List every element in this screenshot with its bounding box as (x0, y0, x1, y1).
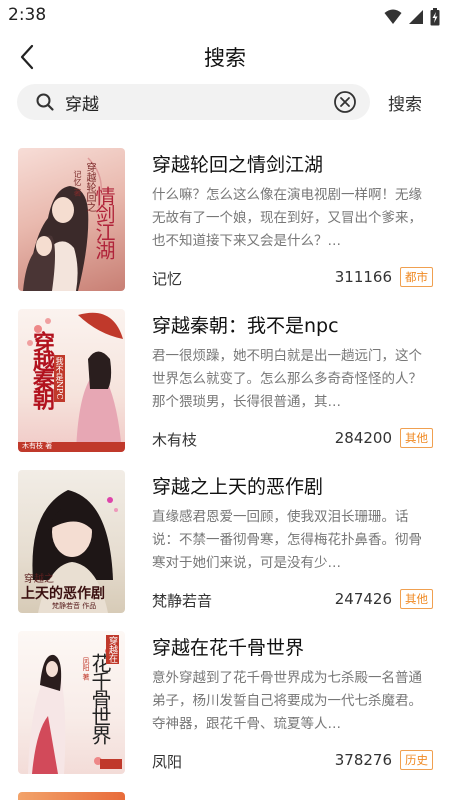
search-button[interactable]: 搜索 (388, 90, 422, 115)
book-description: 什么嘛？怎么这么像在演电视剧一样啊！无缘无故有了一个娘，现在到好，又冒出个爹来，… (152, 187, 422, 249)
book-title: 穿越之上天的恶作剧 (152, 476, 324, 498)
book-item[interactable]: 情剑江湖 穿越轮回之 记忆 著 穿越轮回之情剑江湖 什么嘛？怎么这么像在演电视剧… (0, 140, 450, 300)
book-title: 穿越在花千骨世界 (152, 637, 305, 659)
book-item-partial[interactable] (18, 792, 125, 800)
book-cover: 穿越秦朝 我不是NPC 木有枝 著 (18, 309, 125, 452)
header: 搜索 (0, 34, 450, 80)
search-box[interactable] (17, 84, 370, 120)
book-category-tag: 其他 (400, 589, 433, 609)
cover-author: 凤阳 著 (82, 657, 90, 681)
book-description: 君一很烦躁，她不明白就是出一趟远门，这个世界怎么就变了。怎么那么多奇奇怪怪的人？… (152, 348, 422, 410)
book-category-tag: 都市 (400, 267, 433, 287)
book-item[interactable]: 穿越秦朝 我不是NPC 木有枝 著 穿越秦朝：我不是npc 君一很烦躁，她不明白… (0, 301, 450, 461)
book-author: 木有枝 (152, 431, 198, 449)
status-time: 2:38 (8, 5, 47, 25)
cellular-signal-icon (409, 10, 423, 24)
cover-author: 记忆 著 (73, 170, 82, 197)
book-cover: 情剑江湖 穿越轮回之 记忆 著 (18, 148, 125, 291)
book-title: 穿越轮回之情剑江湖 (152, 154, 324, 176)
book-author: 凤阳 (152, 753, 183, 771)
book-category-tag: 历史 (400, 750, 433, 770)
book-category-tag: 其他 (400, 428, 433, 448)
battery-charging-icon (430, 8, 440, 26)
search-icon (36, 93, 54, 111)
book-word-count: 378276 (334, 751, 392, 769)
cover-author: 梵静若音 作品 (52, 602, 97, 610)
cover-subtitle: 穿越在 (106, 635, 119, 664)
book-cover: 花千骨世界 穿越在 凤阳 著 (18, 631, 125, 774)
cover-title: 上天的恶作剧 (21, 586, 105, 602)
book-word-count: 311166 (334, 268, 392, 286)
cover-subtitle: 我不是NPC (54, 355, 65, 402)
book-item[interactable]: 花千骨世界 穿越在 凤阳 著 穿越在花千骨世界 意外穿越到了花千骨世界成为七杀殿… (0, 623, 450, 783)
book-item[interactable]: 穿越之 上天的恶作剧 梵静若音 作品 穿越之上天的恶作剧 直缘感君恩爱一回顾，使… (0, 462, 450, 622)
book-word-count: 284200 (334, 429, 392, 447)
cover-subtitle: 穿越轮回之 (84, 162, 95, 212)
status-icons (384, 8, 440, 26)
book-title: 穿越秦朝：我不是npc (152, 315, 339, 337)
book-word-count: 247426 (334, 590, 392, 608)
book-description: 直缘感君恩爱一回顾，使我双泪长珊珊。话说：不禁一番彻骨寒，怎得梅花扑鼻香。彻骨寒… (152, 509, 422, 571)
cover-author: 木有枝 著 (22, 442, 53, 450)
clear-search-icon[interactable] (333, 90, 357, 114)
page-title: 搜索 (204, 46, 246, 70)
status-bar: 2:38 (0, 0, 450, 34)
book-author: 记忆 (152, 270, 183, 288)
wifi-icon (384, 9, 402, 24)
book-cover: 穿越之 上天的恶作剧 梵静若音 作品 (18, 470, 125, 613)
book-description: 意外穿越到了花千骨世界成为七杀殿一名普通弟子，杨川发誓自己将要成为一代七杀魔君。… (152, 670, 422, 732)
search-input[interactable] (65, 84, 335, 120)
book-author: 梵静若音 (152, 592, 213, 610)
